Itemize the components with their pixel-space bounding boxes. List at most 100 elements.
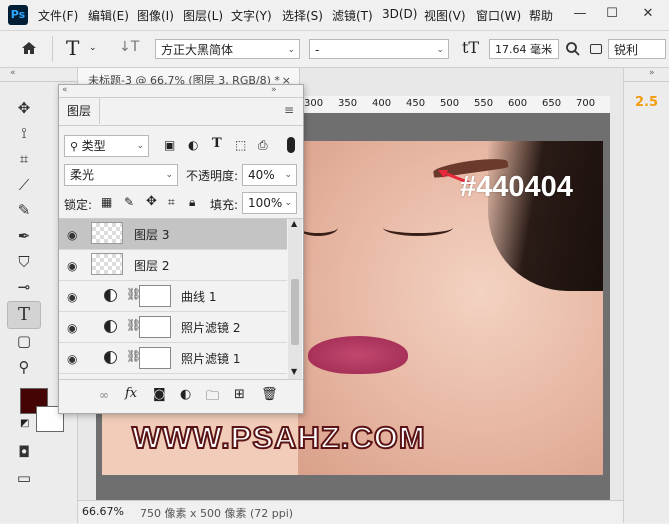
chevron-down-icon[interactable]: ⌄ [89, 43, 97, 53]
horizontal-ruler: 300 350 400 450 500 550 600 650 700 [300, 96, 610, 114]
crop-tool-icon[interactable]: ⌗ [13, 148, 35, 170]
paint-bucket-tool-icon[interactable]: ⛉ [13, 251, 35, 273]
history-brush-tool-icon[interactable]: ✒ [13, 225, 35, 247]
dodge-tool-icon[interactable]: ⊸ [13, 276, 35, 298]
menu-select[interactable]: 选择(S) [282, 7, 323, 24]
panel-value[interactable]: 2.5 [635, 95, 658, 110]
menu-file[interactable]: 文件(F) [38, 7, 78, 24]
layer-row[interactable]: ◉ ⛓ 照片滤镜 1 [59, 343, 287, 374]
ruler-tick: 350 [338, 98, 358, 109]
add-mask-icon[interactable]: ◙ [153, 387, 166, 402]
chevron-down-icon: ⌄ [165, 170, 173, 180]
tab-layers[interactable]: 图层 [59, 98, 100, 124]
lock-all-icon[interactable]: 🔒︎ [189, 195, 195, 210]
new-adjustment-icon[interactable]: ◐ [180, 387, 191, 402]
chevron-down-icon: ⌄ [284, 170, 292, 180]
visibility-eye-icon[interactable]: ◉ [67, 321, 77, 335]
scroll-up-icon[interactable]: ▲ [291, 219, 297, 228]
menu-filter[interactable]: 滤镜(T) [332, 7, 373, 24]
folder-icon[interactable]: 🗀︎ [206, 387, 219, 409]
layer-row[interactable]: ◉ ⛓ 照片滤镜 2 [59, 312, 287, 343]
lasso-tool-icon[interactable]: ⟟ [13, 122, 35, 144]
menu-view[interactable]: 视图(V) [424, 7, 466, 24]
close-window-button[interactable]: ✕ [634, 4, 662, 24]
layer-filter-select[interactable]: ⚲ 类型 ⌄ [64, 135, 149, 157]
text-orientation-toggle[interactable]: ↓T [119, 39, 139, 55]
minimize-button[interactable]: — [566, 4, 594, 24]
menu-window[interactable]: 窗口(W) [476, 7, 521, 24]
menu-layer[interactable]: 图层(L) [183, 7, 223, 24]
layer-list-scrollbar[interactable]: ▲ ▼ [288, 219, 302, 379]
lock-image-icon[interactable]: ✎ [124, 195, 134, 209]
lock-transparent-icon[interactable]: ▦ [101, 195, 112, 209]
opacity-field[interactable]: 40% ⌄ [242, 164, 297, 186]
blend-mode-select[interactable]: 柔光 ⌄ [64, 164, 178, 186]
adjustment-layer-icon [104, 351, 117, 364]
layer-list: ◉ 图层 3 ◉ 图层 2 ◉ ⛓ 曲线 1 ◉ ⛓ 照片滤镜 2 ◉ ⛓ 照片… [59, 219, 287, 379]
collapse-icon[interactable]: » [649, 68, 655, 78]
eyedropper-tool-icon[interactable]: ⟋ [13, 174, 35, 196]
visibility-eye-icon[interactable]: ◉ [67, 352, 77, 366]
scroll-down-icon[interactable]: ▼ [291, 367, 297, 376]
visibility-eye-icon[interactable]: ◉ [67, 228, 77, 242]
zoom-level[interactable]: 66.67% [82, 505, 124, 518]
collapse-icon[interactable]: « [62, 85, 68, 95]
layer-name: 照片滤镜 1 [181, 352, 241, 366]
font-style-select[interactable]: - ⌄ [309, 39, 449, 59]
fx-icon[interactable]: fx [125, 386, 137, 401]
layer-row[interactable]: ◉ ⛓ 曲线 1 [59, 281, 287, 312]
fill-label: 填充: [210, 198, 239, 212]
quick-mask-icon[interactable]: ◘ [13, 441, 35, 463]
panel-menu-icon[interactable]: ≡ [284, 103, 294, 117]
eye-shape [383, 219, 453, 236]
expand-icon[interactable]: » [271, 85, 277, 95]
filter-adjustment-icon[interactable]: ◐ [188, 138, 198, 152]
trash-icon[interactable]: 🗑︎ [261, 387, 278, 402]
swap-colors-icon[interactable]: ◩ [20, 418, 29, 429]
font-size-value: 17.64 毫米 [495, 43, 552, 56]
visibility-eye-icon[interactable]: ◉ [67, 259, 77, 273]
font-family-select[interactable]: 方正大黑简体 ⌄ [155, 39, 300, 59]
screen-mode-icon[interactable]: ▭ [13, 467, 35, 489]
antialias-select[interactable]: 锐利 [608, 39, 666, 59]
layer-name: 图层 3 [134, 228, 170, 242]
maximize-button[interactable]: ☐ [598, 4, 626, 24]
zoom-tool-icon[interactable]: ⚲ [13, 356, 35, 378]
layer-name: 图层 2 [134, 259, 170, 273]
font-size-field[interactable]: 17.64 毫米 ⌄ [489, 39, 559, 59]
text-tool-preset[interactable]: T [66, 36, 79, 60]
layer-name: 曲线 1 [181, 290, 217, 304]
menu-3d[interactable]: 3D(D) [382, 7, 417, 21]
move-tool-icon[interactable]: ✥ [13, 97, 35, 119]
scrollbar-thumb[interactable] [291, 279, 299, 345]
options-bar: T ⌄ ↓T 方正大黑简体 ⌄ - ⌄ tT 17.64 毫米 ⌄ 锐利 [0, 31, 669, 68]
filter-shape-icon[interactable]: ⬚ [235, 138, 246, 152]
home-icon[interactable] [20, 39, 38, 60]
type-tool-icon[interactable]: T [7, 301, 41, 329]
layer-row[interactable]: ◉ 图层 2 [59, 250, 287, 281]
link-layers-icon[interactable]: ∞ [99, 388, 109, 402]
menu-edit[interactable]: 编辑(E) [88, 7, 129, 24]
layer-thumbnail [91, 222, 123, 244]
filter-toggle[interactable] [287, 137, 295, 153]
collapse-icon[interactable]: « [10, 68, 16, 78]
fill-field[interactable]: 100% ⌄ [242, 192, 297, 214]
filter-pixel-icon[interactable]: ▣ [164, 138, 175, 152]
chevron-down-icon: ⌄ [436, 45, 444, 55]
menu-type[interactable]: 文字(Y) [231, 7, 272, 24]
new-layer-icon[interactable]: ⊞ [234, 387, 245, 402]
visibility-eye-icon[interactable]: ◉ [67, 290, 77, 304]
brush-tool-icon[interactable]: ✎ [13, 199, 35, 221]
rectangle-tool-icon[interactable]: ▢ [13, 330, 35, 352]
lock-artboard-icon[interactable]: ⌗ [168, 195, 175, 210]
filter-type-icon[interactable]: T [212, 136, 222, 151]
ruler-tick: 600 [508, 98, 528, 109]
fill-value: 100% [248, 196, 283, 210]
filter-smart-object-icon[interactable]: ⎙ [258, 138, 268, 153]
layer-thumbnail [91, 253, 123, 275]
lock-position-icon[interactable]: ✥ [146, 194, 157, 209]
menu-image[interactable]: 图像(I) [137, 7, 174, 24]
layer-row[interactable]: ◉ 图层 3 [59, 219, 287, 250]
menu-help[interactable]: 帮助 [529, 7, 553, 24]
search-icon[interactable] [565, 41, 581, 60]
